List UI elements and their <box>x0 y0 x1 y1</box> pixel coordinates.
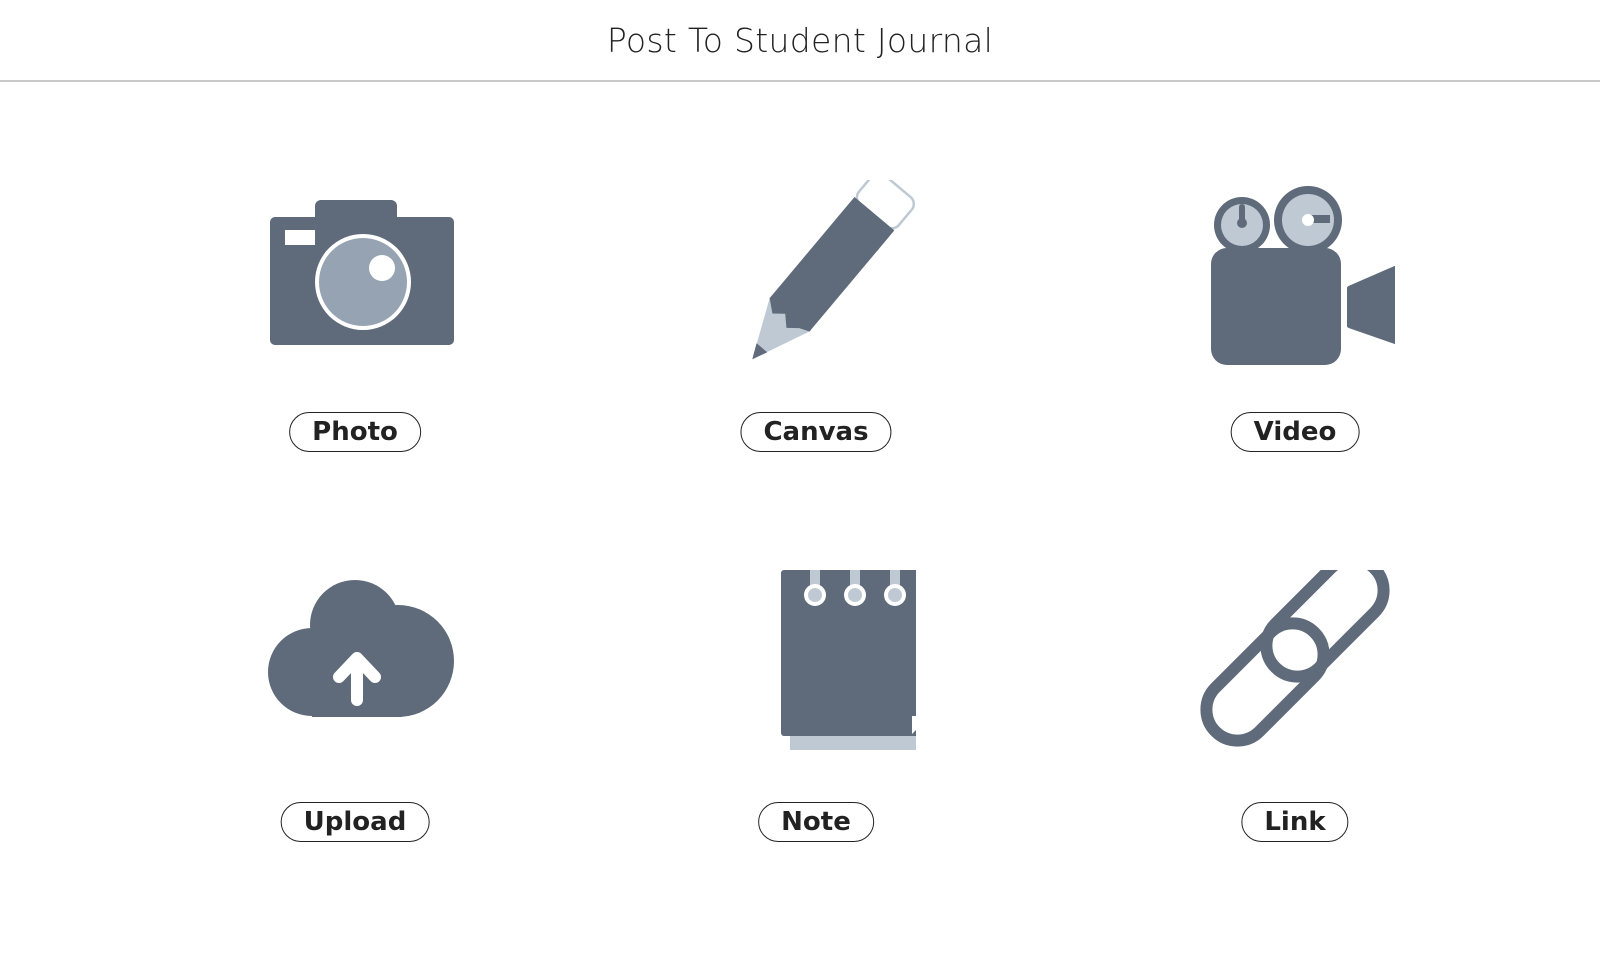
pencil-icon <box>752 180 916 360</box>
upload-button[interactable]: Upload <box>280 802 430 842</box>
canvas-button[interactable]: Canvas <box>740 412 892 452</box>
page-header: Post To Student Journal <box>0 0 1600 82</box>
page-title: Post To Student Journal <box>606 20 994 60</box>
link-button[interactable]: Link <box>1241 802 1349 842</box>
link-icon <box>1200 570 1390 747</box>
upload-option[interactable]: Upload <box>205 570 505 890</box>
cloud-upload-icon <box>268 580 454 717</box>
note-button[interactable]: Note <box>758 802 874 842</box>
photo-option[interactable]: Photo <box>205 180 505 500</box>
video-button[interactable]: Video <box>1230 412 1360 452</box>
note-option[interactable]: Note <box>666 570 966 890</box>
canvas-option[interactable]: Canvas <box>666 180 966 500</box>
video-option[interactable]: Video <box>1145 180 1445 500</box>
camera-icon <box>270 200 454 345</box>
photo-button[interactable]: Photo <box>289 412 421 452</box>
video-camera-icon <box>1211 186 1395 365</box>
link-option[interactable]: Link <box>1145 570 1445 890</box>
notepad-icon <box>781 570 916 750</box>
